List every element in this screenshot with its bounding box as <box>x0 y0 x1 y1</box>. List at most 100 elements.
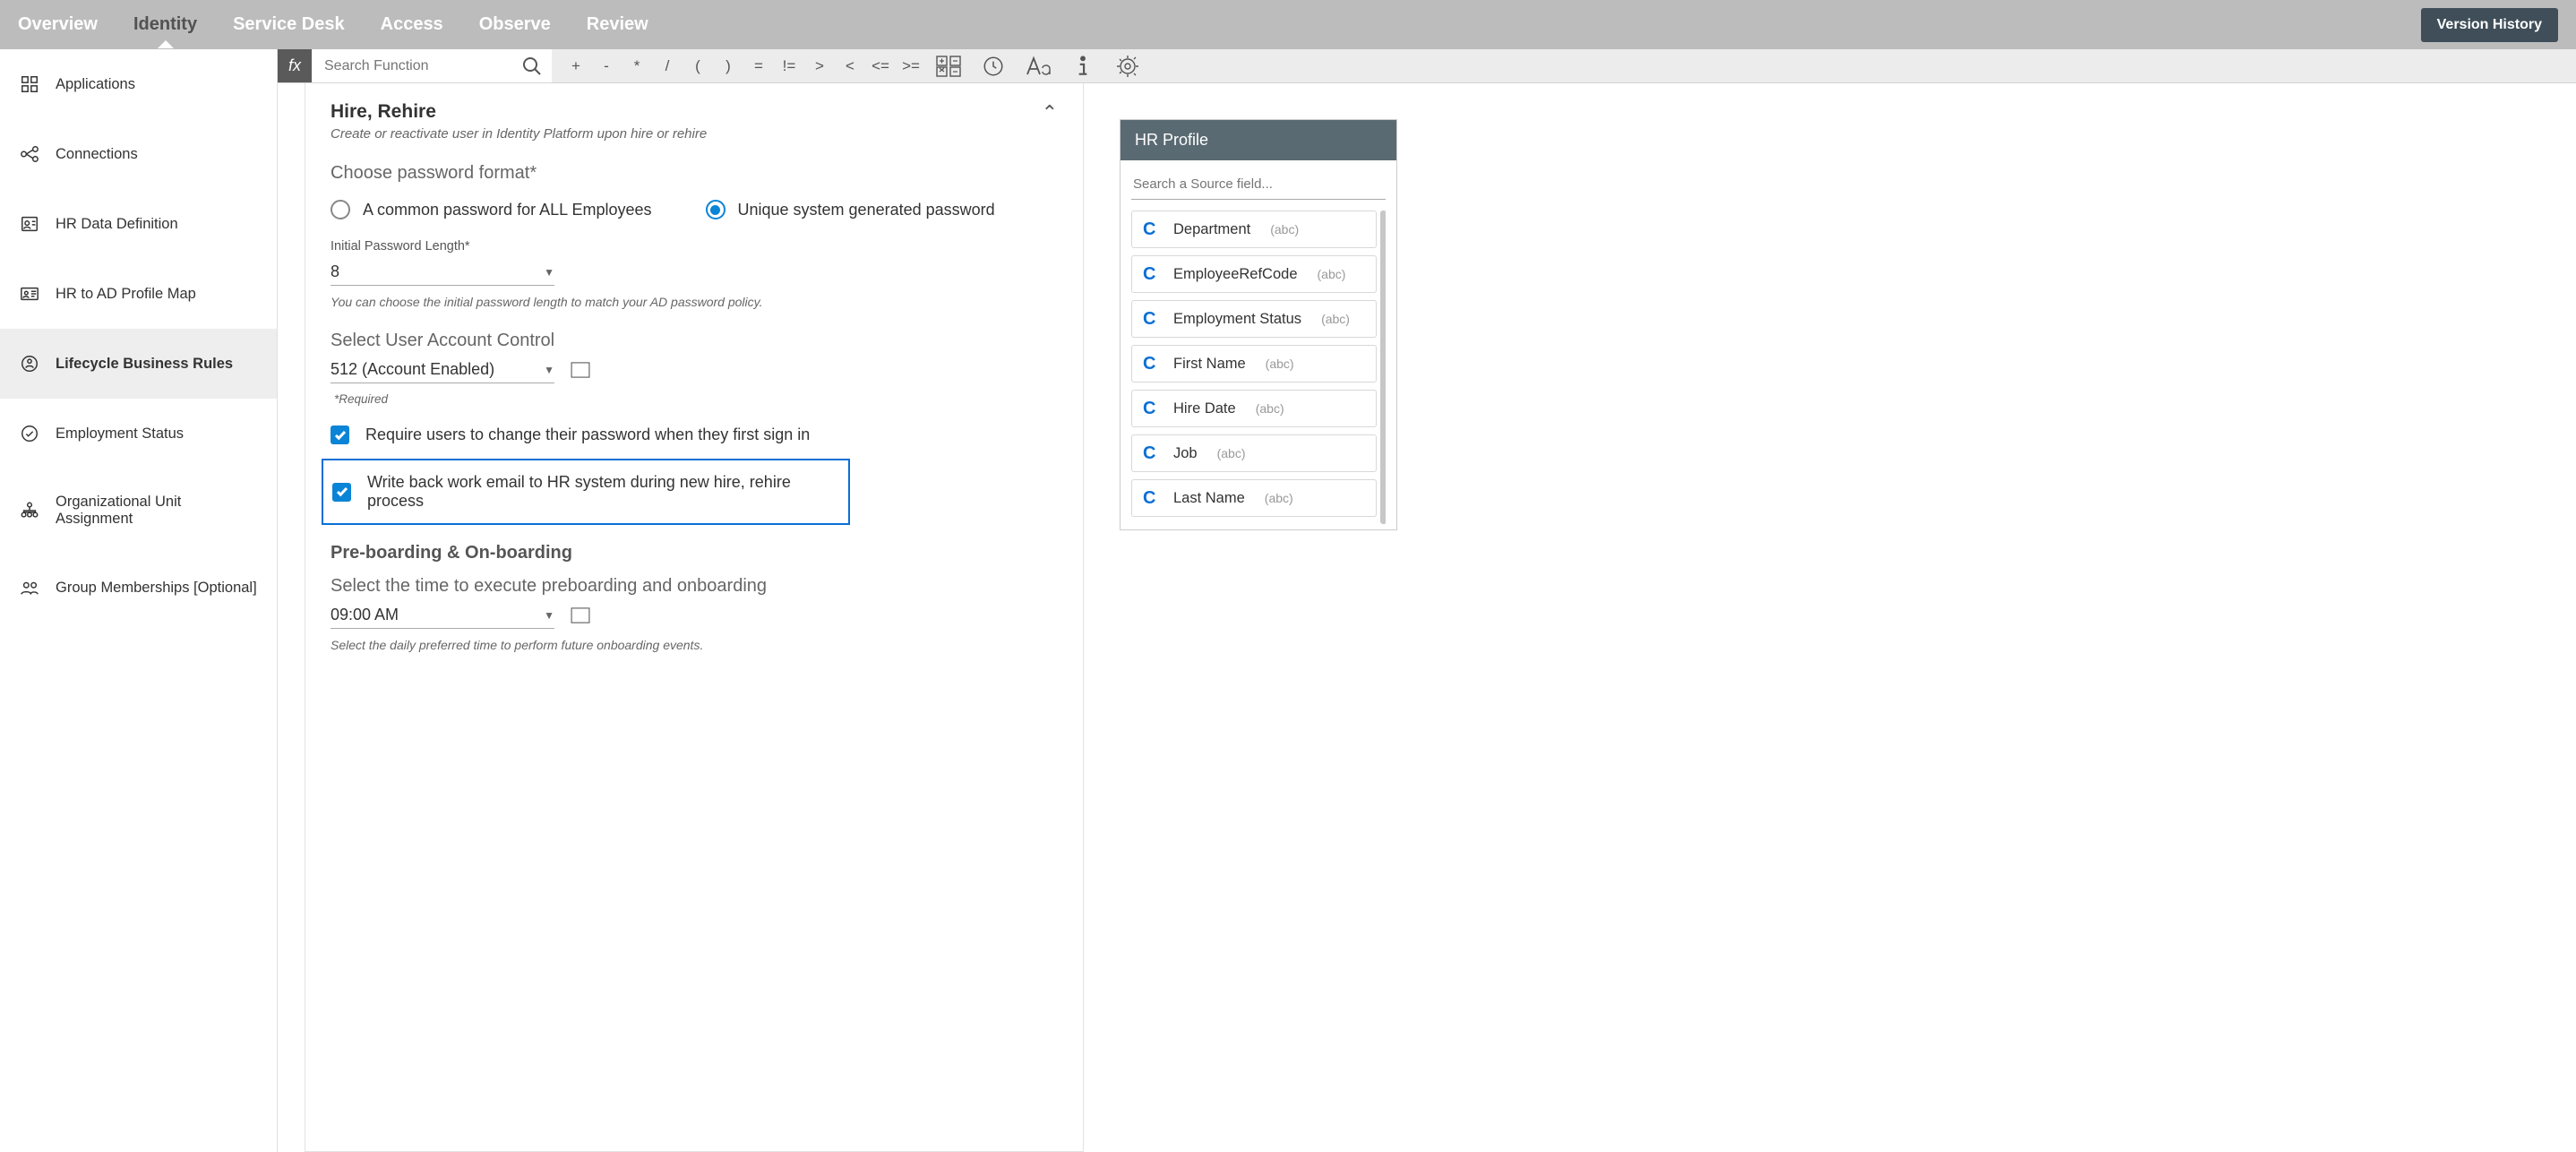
sidebar-item-label: Organizational Unit Assignment <box>56 494 257 528</box>
op-plus[interactable]: + <box>561 49 591 83</box>
tab-access[interactable]: Access <box>381 2 443 47</box>
op-gt[interactable]: > <box>804 49 835 83</box>
collapse-icon[interactable]: ⌃ <box>1042 101 1058 125</box>
lifecycle-icon <box>20 354 39 374</box>
op-lte[interactable]: <= <box>865 49 896 83</box>
field-type-icon: C <box>1143 400 1161 417</box>
section-title: Hire, Rehire <box>331 101 707 123</box>
hr-profile-title: HR Profile <box>1121 120 1396 160</box>
checkbox-writeback-email[interactable]: Write back work email to HR system durin… <box>322 459 850 525</box>
checkbox-require-change[interactable]: Require users to change their password w… <box>331 424 1058 446</box>
connections-icon <box>20 144 39 164</box>
sidebar-item-label: Group Memberships [Optional] <box>56 580 257 597</box>
sidebar-item-hr-data[interactable]: HR Data Definition <box>0 189 277 259</box>
tab-identity[interactable]: Identity <box>133 2 197 47</box>
uac-label: Select User Account Control <box>331 331 1058 351</box>
fx-badge: fx <box>278 49 312 82</box>
boarding-heading: Pre-boarding & On-boarding <box>331 543 1058 563</box>
clock-icon[interactable] <box>971 49 1016 83</box>
radio-label: Unique system generated password <box>738 201 995 219</box>
hr-field-name: Last Name <box>1173 490 1245 507</box>
hr-field-type: (abc) <box>1256 401 1284 416</box>
op-lt[interactable]: < <box>835 49 865 83</box>
sidebar-item-label: HR to AD Profile Map <box>56 286 196 303</box>
hr-field-type: (abc) <box>1217 446 1246 460</box>
field-type-icon: C <box>1143 220 1161 238</box>
top-nav: Overview Identity Service Desk Access Ob… <box>0 0 2576 49</box>
field-type-icon: C <box>1143 355 1161 373</box>
ai-icon[interactable] <box>1105 49 1150 83</box>
tab-observe[interactable]: Observe <box>479 2 551 47</box>
hr-field-type: (abc) <box>1266 357 1294 371</box>
op-lparen[interactable]: ( <box>683 49 713 83</box>
sidebar-item-label: Applications <box>56 76 135 93</box>
op-neq[interactable]: != <box>774 49 804 83</box>
op-minus[interactable]: - <box>591 49 622 83</box>
radio-icon <box>706 200 726 219</box>
sidebar-item-applications[interactable]: Applications <box>0 49 277 119</box>
op-rparen[interactable]: ) <box>713 49 743 83</box>
hr-field-type: (abc) <box>1265 491 1293 505</box>
table-icon[interactable] <box>571 607 590 623</box>
operator-bar: + - * / ( ) = != > < <= >= <box>552 49 1150 82</box>
op-div[interactable]: / <box>652 49 683 83</box>
info-icon[interactable] <box>1060 49 1105 83</box>
sidebar: Applications Connections HR Data Definit… <box>0 49 278 1152</box>
hr-field-name: Job <box>1173 445 1198 462</box>
password-format-label: Choose password format* <box>331 163 1058 184</box>
sidebar-item-profile-map[interactable]: HR to AD Profile Map <box>0 259 277 329</box>
uac-required: *Required <box>334 392 1058 406</box>
version-history-button[interactable]: Version History <box>2421 8 2558 42</box>
sidebar-item-lifecycle[interactable]: Lifecycle Business Rules <box>0 329 277 399</box>
pw-length-label: Initial Password Length* <box>331 239 1058 254</box>
math-icon[interactable] <box>926 49 971 83</box>
hr-field-last-name[interactable]: C Last Name (abc) <box>1131 479 1377 517</box>
op-gte[interactable]: >= <box>896 49 926 83</box>
content: fx + - * / ( ) = != > < <= >= <box>278 49 2576 1152</box>
nav-tabs: Overview Identity Service Desk Access Ob… <box>18 2 648 47</box>
sidebar-item-employment-status[interactable]: Employment Status <box>0 399 277 469</box>
uac-select[interactable]: 512 (Account Enabled) ▼ <box>331 357 554 383</box>
boarding-time-value: 09:00 AM <box>331 606 399 624</box>
checkbox-icon <box>332 483 351 502</box>
boarding-time-select[interactable]: 09:00 AM ▼ <box>331 602 554 629</box>
search-icon[interactable] <box>521 56 543 77</box>
tab-service-desk[interactable]: Service Desk <box>233 2 345 47</box>
sidebar-item-org-unit[interactable]: Organizational Unit Assignment <box>0 469 277 553</box>
hr-field-name: EmployeeRefCode <box>1173 266 1298 283</box>
status-icon <box>20 424 39 443</box>
sidebar-item-label: Connections <box>56 146 138 163</box>
pw-length-value: 8 <box>331 262 339 281</box>
hr-field-department[interactable]: CDepartment(abc) <box>1131 211 1377 248</box>
sidebar-item-groups[interactable]: Group Memberships [Optional] <box>0 553 277 623</box>
sidebar-item-label: HR Data Definition <box>56 216 178 233</box>
text-icon[interactable] <box>1016 49 1060 83</box>
sidebar-item-connections[interactable]: Connections <box>0 119 277 189</box>
hr-field-first-name[interactable]: CFirst Name(abc) <box>1131 345 1377 383</box>
tab-review[interactable]: Review <box>587 2 648 47</box>
op-mult[interactable]: * <box>622 49 652 83</box>
op-eq[interactable]: = <box>743 49 774 83</box>
hr-field-employeerefcode[interactable]: CEmployeeRefCode(abc) <box>1131 255 1377 293</box>
hr-data-icon <box>20 214 39 234</box>
sidebar-item-label: Lifecycle Business Rules <box>56 356 233 373</box>
table-icon[interactable] <box>571 362 590 378</box>
hr-field-list[interactable]: CDepartment(abc) CEmployeeRefCode(abc) C… <box>1131 211 1386 524</box>
tab-overview[interactable]: Overview <box>18 2 98 47</box>
pw-length-select[interactable]: 8 ▼ <box>331 259 554 286</box>
hr-field-name: Department <box>1173 221 1250 238</box>
field-type-icon: C <box>1143 489 1161 507</box>
hr-field-job[interactable]: CJob(abc) <box>1131 434 1377 472</box>
hr-field-name: Employment Status <box>1173 311 1301 328</box>
search-function-input[interactable] <box>312 49 552 82</box>
boarding-label: Select the time to execute preboarding a… <box>331 576 1058 597</box>
hr-field-hire-date[interactable]: CHire Date(abc) <box>1131 390 1377 427</box>
hr-search-input[interactable] <box>1131 173 1386 200</box>
radio-unique-password[interactable]: Unique system generated password <box>706 200 995 219</box>
pw-length-help: You can choose the initial password leng… <box>331 295 1058 309</box>
hr-field-employment-status[interactable]: CEmployment Status(abc) <box>1131 300 1377 338</box>
radio-common-password[interactable]: A common password for ALL Employees <box>331 200 652 219</box>
checkbox-label: Require users to change their password w… <box>365 426 810 444</box>
boarding-help: Select the daily preferred time to perfo… <box>331 638 1058 652</box>
section-subtitle: Create or reactivate user in Identity Pl… <box>331 126 707 142</box>
